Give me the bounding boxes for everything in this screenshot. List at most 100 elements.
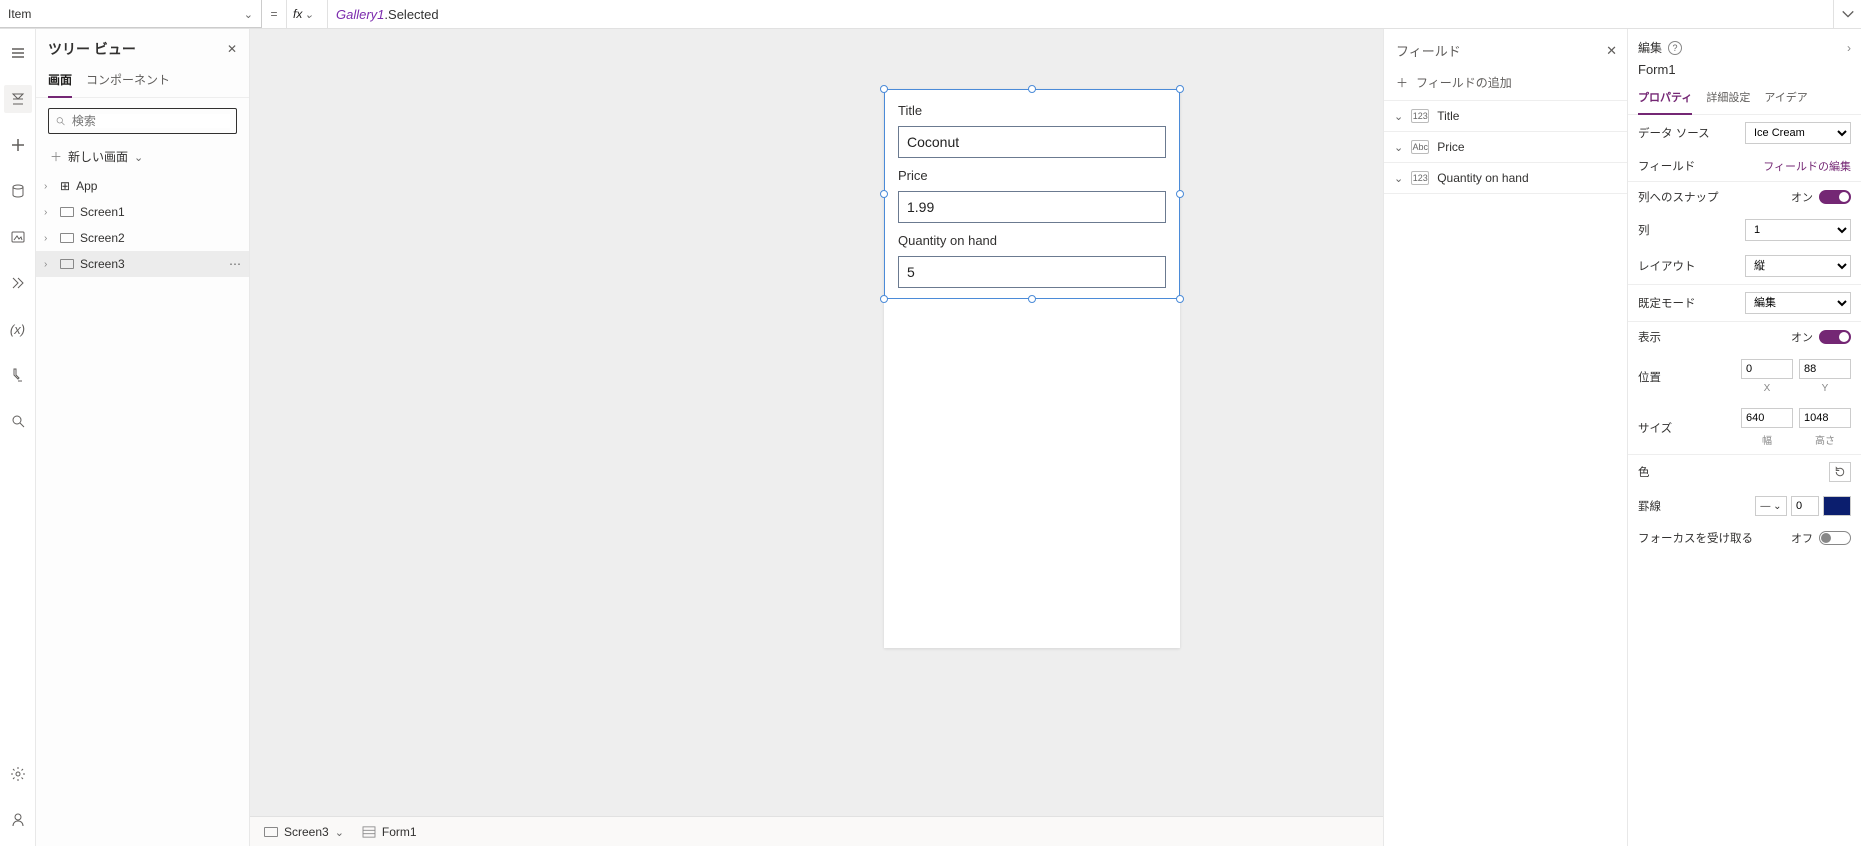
size-width-input[interactable] (1741, 408, 1793, 428)
data-button[interactable] (4, 177, 32, 205)
canvas-stage[interactable]: Title Coconut Price 1.99 Quantity on han… (250, 29, 1383, 816)
more-menu-button[interactable]: ⋯ (229, 257, 241, 271)
edit-fields-link[interactable]: フィールドの編集 (1763, 158, 1851, 174)
snap-toggle[interactable] (1819, 190, 1851, 204)
form-field-input[interactable]: Coconut (898, 126, 1166, 158)
fx-button[interactable]: fx (286, 0, 328, 28)
insert-button[interactable] (4, 131, 32, 159)
tree-search[interactable] (48, 108, 237, 134)
close-fields-button[interactable]: ✕ (1606, 43, 1617, 59)
power-automate-button[interactable] (4, 269, 32, 297)
columns-select[interactable]: 1 (1745, 219, 1851, 241)
form-card-title[interactable]: Title Coconut (884, 95, 1180, 160)
visible-toggle[interactable] (1819, 330, 1851, 344)
resize-handle-e[interactable] (1176, 190, 1184, 198)
border-style-select[interactable]: — ⌄ (1755, 496, 1787, 516)
app-icon: ⊞ (60, 179, 70, 193)
props-tab-ideas[interactable]: アイデア (1764, 83, 1807, 114)
tree-item-screen3[interactable]: › Screen3 ⋯ (36, 251, 249, 277)
chevron-down-icon (244, 7, 253, 21)
prop-label-size: サイズ (1638, 420, 1672, 436)
variables-button[interactable]: (x) (4, 315, 32, 343)
toggle-state-label: オフ (1791, 530, 1813, 546)
formula-input[interactable]: Gallery1.Selected (328, 0, 1833, 28)
plus-icon: ＋ (1396, 74, 1408, 91)
form-card-quantity[interactable]: Quantity on hand 5 (884, 225, 1180, 290)
close-tree-button[interactable]: ✕ (227, 42, 237, 56)
tree-item-screen2[interactable]: › Screen2 (36, 225, 249, 251)
props-tab-advanced[interactable]: 詳細設定 (1706, 83, 1750, 114)
border-color-swatch[interactable] (1823, 496, 1851, 516)
prop-label-default-mode: 既定モード (1638, 295, 1696, 311)
field-type-icon: 123 (1411, 171, 1429, 185)
search-icon (55, 115, 66, 127)
tree-tab-screen[interactable]: 画面 (48, 65, 72, 98)
position-x-input[interactable] (1741, 359, 1793, 379)
focus-toggle[interactable] (1819, 531, 1851, 545)
tree-item-label: App (76, 179, 97, 193)
tree-item-screen1[interactable]: › Screen1 (36, 199, 249, 225)
fields-panel-title: フィールド (1396, 41, 1461, 60)
screen-icon (60, 207, 74, 217)
help-icon[interactable]: ? (1668, 41, 1682, 55)
settings-button[interactable] (4, 760, 32, 788)
search-button[interactable] (4, 407, 32, 435)
new-screen-button[interactable]: ＋ 新しい画面 (36, 144, 249, 173)
fields-panel: フィールド ✕ ＋ フィールドの追加 123 Title Abc Price 1… (1383, 29, 1627, 846)
virtual-agent-button[interactable] (4, 806, 32, 834)
screen-icon (60, 259, 74, 269)
resize-handle-nw[interactable] (880, 85, 888, 93)
add-field-button[interactable]: ＋ フィールドの追加 (1384, 70, 1627, 101)
default-mode-select[interactable]: 編集 (1745, 292, 1851, 314)
chevron-down-icon (134, 150, 143, 164)
form-field-input[interactable]: 1.99 (898, 191, 1166, 223)
breadcrumb-control[interactable]: Form1 (362, 825, 417, 839)
reset-icon (1834, 466, 1846, 478)
resize-handle-n[interactable] (1028, 85, 1036, 93)
media-button[interactable] (4, 223, 32, 251)
size-height-input[interactable] (1799, 408, 1851, 428)
advanced-tools-button[interactable] (4, 361, 32, 389)
form-field-input[interactable]: 5 (898, 256, 1166, 288)
tree-search-input[interactable] (72, 114, 230, 128)
position-y-input[interactable] (1799, 359, 1851, 379)
chevron-down-icon (1841, 7, 1855, 21)
property-selector[interactable]: Item (0, 0, 262, 28)
resize-handle-sw[interactable] (880, 295, 888, 303)
screen-icon (264, 827, 278, 837)
field-row-title[interactable]: 123 Title (1384, 100, 1627, 132)
chevron-right-icon[interactable]: › (1847, 41, 1851, 55)
field-row-quantity[interactable]: 123 Quantity on hand (1384, 162, 1627, 194)
add-field-label: フィールドの追加 (1416, 74, 1512, 91)
form-field-label: Price (898, 168, 1166, 183)
border-width-input[interactable] (1791, 496, 1819, 516)
breadcrumb-label: Screen3 (284, 825, 329, 839)
tree-view-button[interactable] (4, 85, 32, 113)
props-tab-properties[interactable]: プロパティ (1638, 83, 1692, 115)
tree-tab-component[interactable]: コンポーネント (86, 65, 170, 97)
tree-title: ツリー ビュー (48, 39, 136, 59)
prop-label-color: 色 (1638, 464, 1650, 480)
form-icon (362, 826, 376, 838)
tree-panel: ツリー ビュー ✕ 画面 コンポーネント ＋ 新しい画面 › ⊞ App (36, 29, 250, 846)
data-source-select[interactable]: Ice Cream (1745, 122, 1851, 144)
resize-handle-ne[interactable] (1176, 85, 1184, 93)
color-reset-button[interactable] (1829, 462, 1851, 482)
toggle-state-label: オン (1791, 189, 1813, 205)
breadcrumb-screen[interactable]: Screen3 (264, 825, 344, 839)
chevron-down-icon (1394, 171, 1403, 185)
new-screen-label: 新しい画面 (68, 148, 128, 165)
expand-formula-button[interactable] (1833, 0, 1861, 28)
formula-rest: .Selected (384, 7, 438, 22)
tree-item-app[interactable]: › ⊞ App (36, 173, 249, 199)
layout-select[interactable]: 縦 (1745, 255, 1851, 277)
field-row-price[interactable]: Abc Price (1384, 131, 1627, 163)
resize-handle-se[interactable] (1176, 295, 1184, 303)
form-control-selected[interactable]: Title Coconut Price 1.99 Quantity on han… (884, 89, 1180, 299)
hamburger-button[interactable] (4, 39, 32, 67)
resize-handle-w[interactable] (880, 190, 888, 198)
form-card-price[interactable]: Price 1.99 (884, 160, 1180, 225)
resize-handle-s[interactable] (1028, 295, 1036, 303)
prop-label-layout: レイアウト (1638, 258, 1696, 274)
chevron-right-icon: › (44, 207, 54, 218)
